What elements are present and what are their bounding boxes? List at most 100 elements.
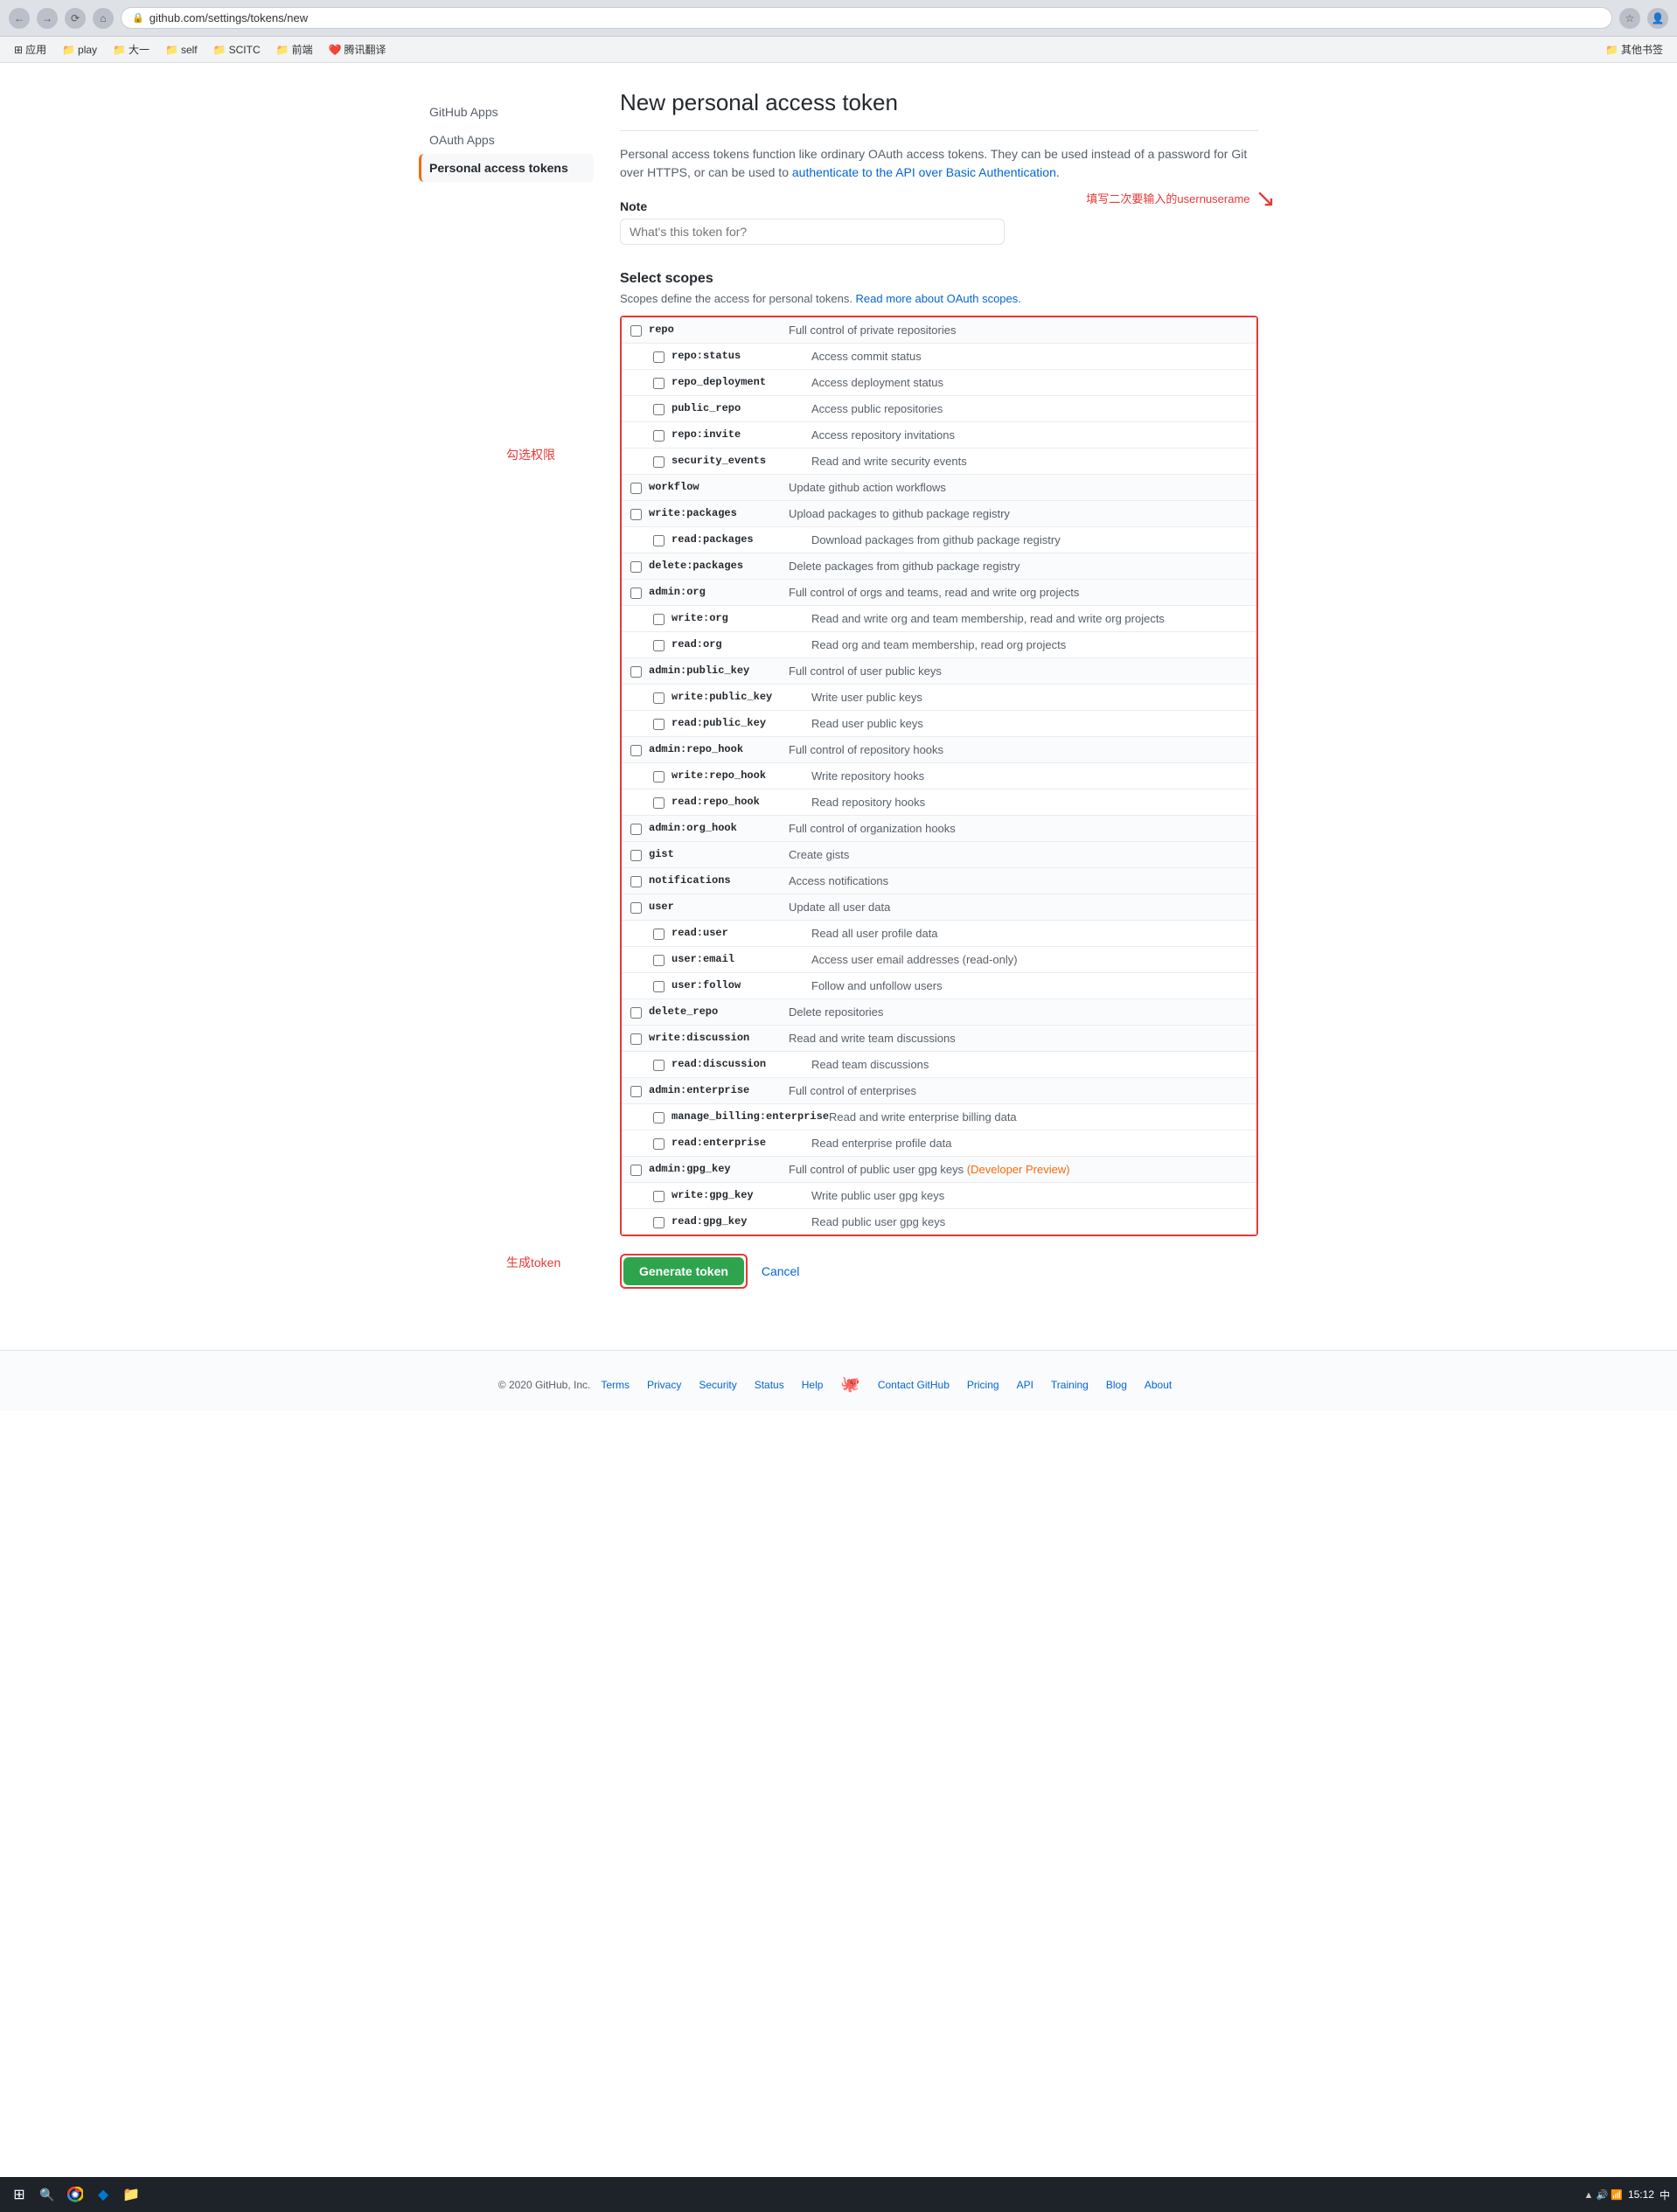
scope-checkbox-manage_billing_enterprise[interactable]: [653, 1112, 665, 1123]
scope-checkbox-delete_packages[interactable]: [630, 561, 642, 573]
scope-name-read_gpg_key: read:gpg_key: [671, 1215, 811, 1228]
url-text: github.com/settings/tokens/new: [150, 11, 308, 24]
scope-row: admin:orgFull control of orgs and teams,…: [622, 580, 1256, 606]
bookmark-play[interactable]: 📁 play: [57, 42, 102, 58]
taskbar-search[interactable]: 🔍: [35, 2182, 59, 2207]
scope-row: manage_billing:enterpriseRead and write …: [622, 1104, 1256, 1130]
scope-badge-admin_gpg_key[interactable]: (Developer Preview): [964, 1163, 1069, 1176]
scope-checkbox-write_gpg_key[interactable]: [653, 1191, 665, 1202]
scope-desc-gist: Create gists: [789, 848, 849, 861]
scope-row: security_eventsRead and write security e…: [622, 449, 1256, 475]
scope-checkbox-security_events[interactable]: [653, 456, 665, 468]
scope-checkbox-public_repo[interactable]: [653, 404, 665, 415]
sidebar: GitHub Apps OAuth Apps Personal access t…: [419, 89, 594, 1324]
scope-checkbox-write_public_key[interactable]: [653, 692, 665, 704]
scope-checkbox-read_gpg_key[interactable]: [653, 1217, 665, 1228]
footer-training[interactable]: Training: [1051, 1379, 1089, 1391]
api-auth-link[interactable]: authenticate to the API over Basic Authe…: [792, 165, 1060, 179]
taskbar-folder[interactable]: 📁: [119, 2182, 143, 2207]
scope-checkbox-admin_repo_hook[interactable]: [630, 745, 642, 756]
bookmark-tencent[interactable]: ❤️ 腾讯翻译: [324, 40, 392, 59]
bookmark-frontend[interactable]: 📁 前端: [271, 40, 318, 59]
scope-checkbox-notifications[interactable]: [630, 876, 642, 887]
left-annotation-permissions: 勾选权限: [506, 446, 555, 463]
scope-desc-repo: Full control of private repositories: [789, 323, 956, 337]
scope-checkbox-repo_status[interactable]: [653, 351, 665, 363]
footer-api[interactable]: API: [1017, 1379, 1033, 1391]
bookmark-self[interactable]: 📁 self: [160, 42, 203, 58]
scope-checkbox-repo[interactable]: [630, 325, 642, 337]
scope-name-read_packages: read:packages: [671, 533, 811, 546]
home-button[interactable]: ⌂: [93, 8, 114, 29]
footer-terms[interactable]: Terms: [601, 1379, 630, 1391]
scope-name-write_repo_hook: write:repo_hook: [671, 769, 811, 782]
scope-checkbox-repo_deployment[interactable]: [653, 378, 665, 389]
scope-checkbox-user_follow[interactable]: [653, 981, 665, 992]
scope-name-repo: repo: [649, 323, 789, 336]
scope-checkbox-read_discussion[interactable]: [653, 1060, 665, 1071]
scope-checkbox-write_discussion[interactable]: [630, 1033, 642, 1045]
footer-pricing[interactable]: Pricing: [967, 1379, 999, 1391]
scope-checkbox-write_org[interactable]: [653, 614, 665, 625]
bookmark-scitc[interactable]: 📁 SCITC: [208, 42, 266, 58]
scope-name-delete_repo: delete_repo: [649, 1005, 789, 1018]
profile-button[interactable]: 👤: [1647, 8, 1668, 29]
generate-token-button[interactable]: Generate token: [623, 1257, 744, 1285]
scope-desc-public_repo: Access public repositories: [811, 402, 943, 415]
scope-name-delete_packages: delete:packages: [649, 560, 789, 572]
footer-status[interactable]: Status: [755, 1379, 784, 1391]
scope-checkbox-read_packages[interactable]: [653, 535, 665, 546]
footer-privacy[interactable]: Privacy: [647, 1379, 681, 1391]
taskbar-vscode[interactable]: ◆: [91, 2182, 115, 2207]
scope-row: user:emailAccess user email addresses (r…: [622, 947, 1256, 973]
taskbar-right: ▲ 🔊 📶 15:12 中: [1584, 2188, 1670, 2202]
note-input[interactable]: [620, 219, 1005, 245]
footer-help[interactable]: Help: [802, 1379, 824, 1391]
footer-contact[interactable]: Contact GitHub: [878, 1379, 950, 1391]
taskbar-chrome[interactable]: [63, 2182, 87, 2207]
scope-checkbox-delete_repo[interactable]: [630, 1007, 642, 1019]
scope-checkbox-gist[interactable]: [630, 850, 642, 861]
footer-blog[interactable]: Blog: [1106, 1379, 1127, 1391]
scope-checkbox-admin_enterprise[interactable]: [630, 1086, 642, 1097]
back-button[interactable]: ←: [9, 8, 30, 29]
bookmark-button[interactable]: ☆: [1619, 8, 1640, 29]
sidebar-item-github-apps[interactable]: GitHub Apps: [419, 98, 594, 126]
bookmark-apps[interactable]: ⊞ 应用: [9, 40, 52, 59]
scope-checkbox-write_packages[interactable]: [630, 509, 642, 520]
cancel-link[interactable]: Cancel: [762, 1264, 800, 1278]
scope-checkbox-admin_gpg_key[interactable]: [630, 1165, 642, 1176]
scope-name-admin_gpg_key: admin:gpg_key: [649, 1163, 789, 1175]
scope-checkbox-admin_public_key[interactable]: [630, 666, 642, 678]
scope-name-admin_public_key: admin:public_key: [649, 664, 789, 677]
scope-checkbox-repo_invite[interactable]: [653, 430, 665, 442]
scope-checkbox-read_user[interactable]: [653, 929, 665, 940]
scope-checkbox-user[interactable]: [630, 902, 642, 914]
scope-checkbox-admin_org[interactable]: [630, 588, 642, 599]
bookmark-dayi[interactable]: 📁 大一: [108, 40, 155, 59]
scope-checkbox-read_org[interactable]: [653, 640, 665, 651]
scope-checkbox-read_public_key[interactable]: [653, 719, 665, 730]
scope-row: write:orgRead and write org and team mem…: [622, 606, 1256, 632]
oauth-scopes-link[interactable]: Read more about OAuth scopes.: [856, 292, 1021, 305]
footer-security[interactable]: Security: [699, 1379, 736, 1391]
scope-checkbox-workflow[interactable]: [630, 483, 642, 494]
taskbar-start[interactable]: ⊞: [7, 2182, 31, 2207]
bookmark-other[interactable]: 📁 其他书签: [1600, 40, 1668, 59]
scope-name-admin_enterprise: admin:enterprise: [649, 1084, 789, 1096]
scope-row: write:discussionRead and write team disc…: [622, 1026, 1256, 1052]
footer-about[interactable]: About: [1145, 1379, 1172, 1391]
forward-button[interactable]: →: [37, 8, 58, 29]
scope-row: read:discussionRead team discussions: [622, 1052, 1256, 1078]
scope-name-admin_org_hook: admin:org_hook: [649, 822, 789, 834]
sidebar-item-personal-tokens[interactable]: Personal access tokens: [419, 154, 594, 182]
scope-checkbox-read_enterprise[interactable]: [653, 1138, 665, 1150]
scope-checkbox-admin_org_hook[interactable]: [630, 824, 642, 835]
scope-name-admin_repo_hook: admin:repo_hook: [649, 743, 789, 755]
refresh-button[interactable]: ⟳: [65, 8, 86, 29]
scope-checkbox-write_repo_hook[interactable]: [653, 771, 665, 783]
address-bar[interactable]: 🔒 github.com/settings/tokens/new: [121, 7, 1612, 29]
scope-checkbox-user_email[interactable]: [653, 955, 665, 966]
scope-checkbox-read_repo_hook[interactable]: [653, 797, 665, 809]
sidebar-item-oauth-apps[interactable]: OAuth Apps: [419, 126, 594, 154]
